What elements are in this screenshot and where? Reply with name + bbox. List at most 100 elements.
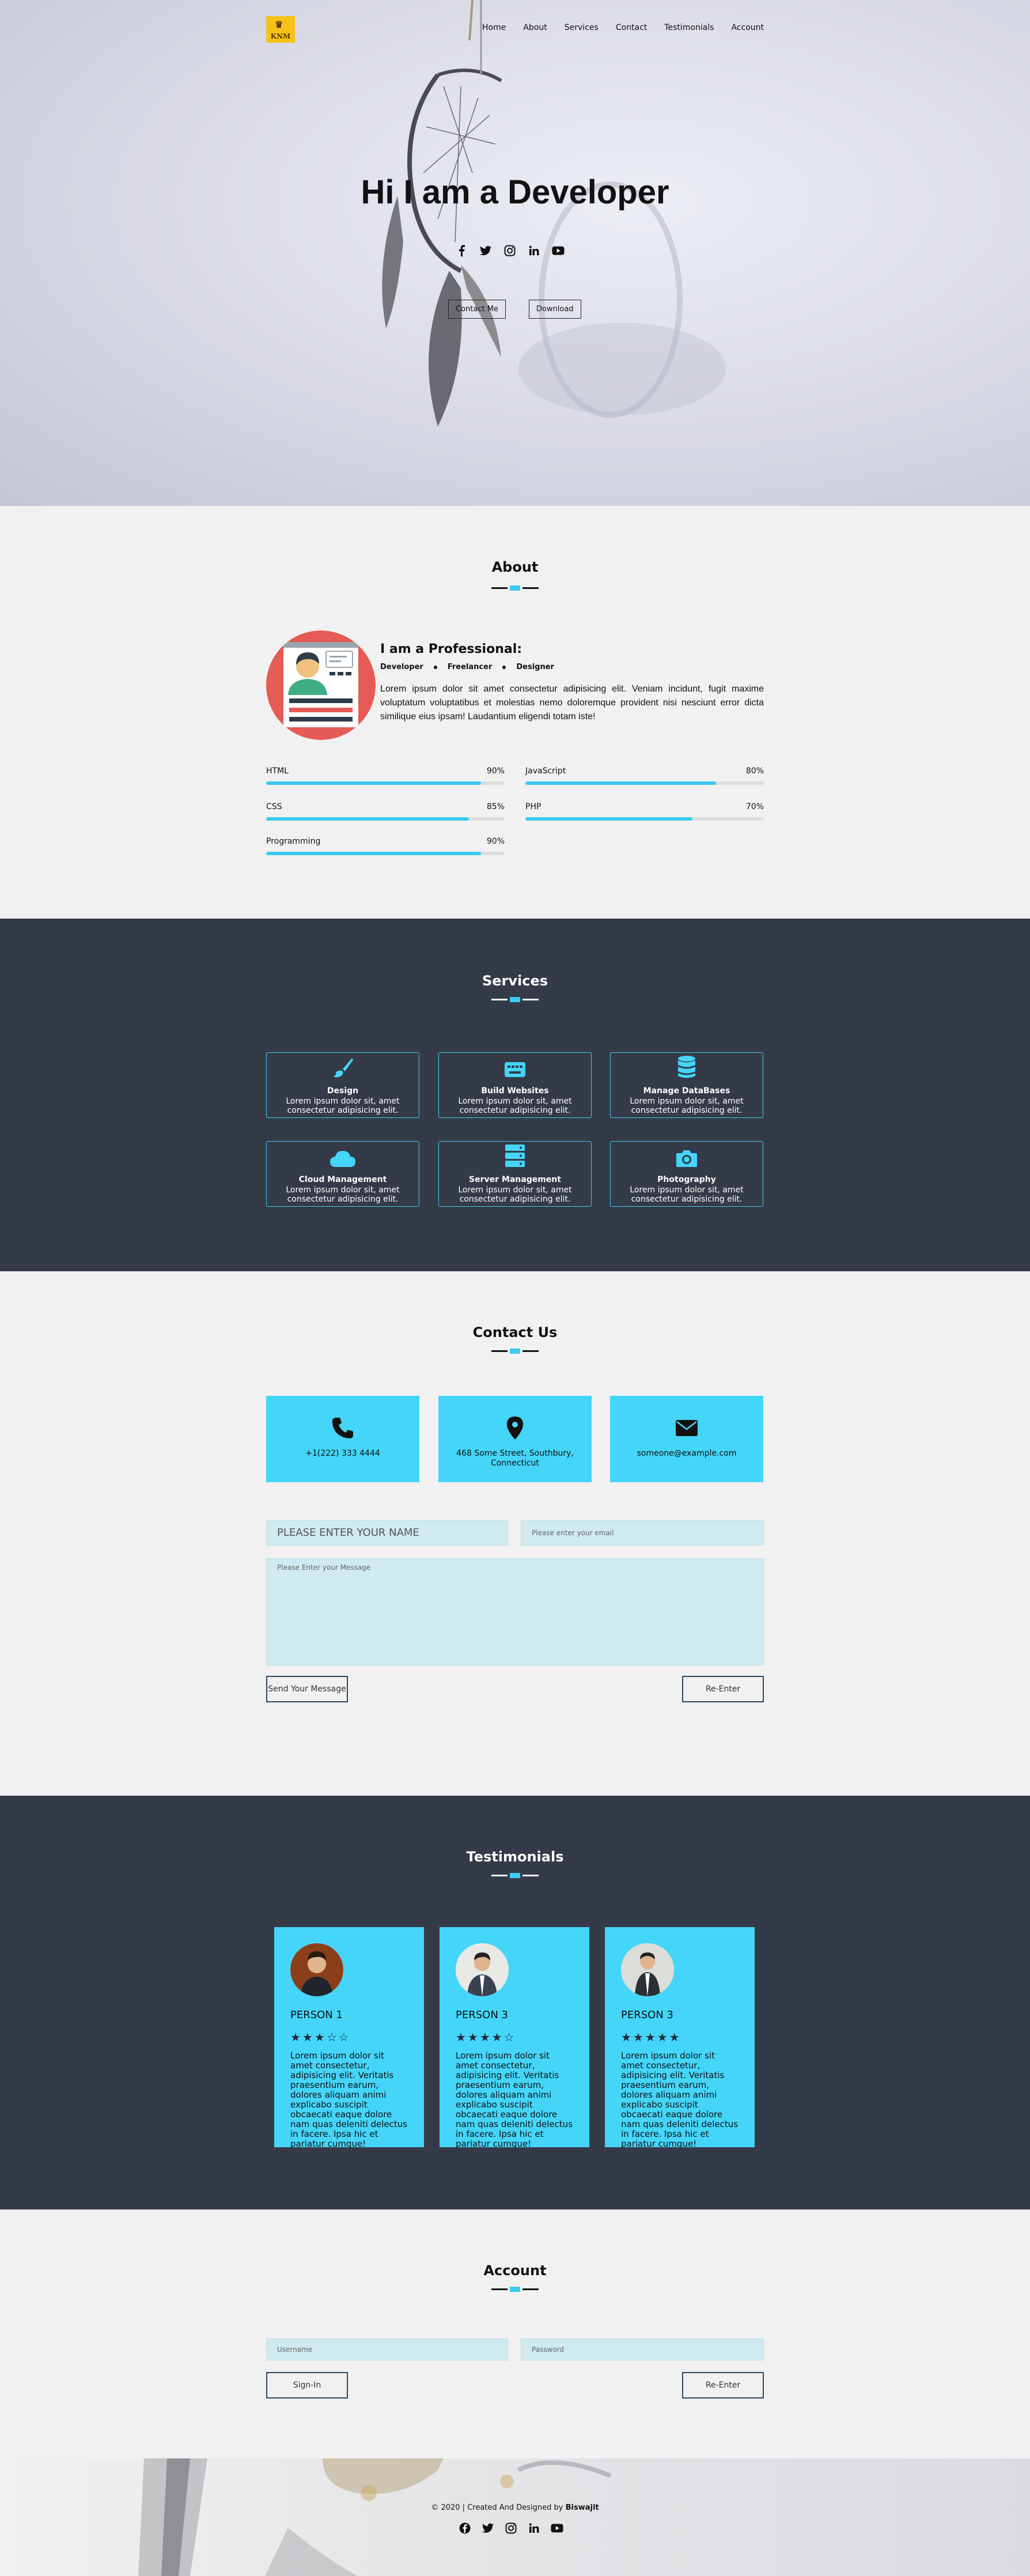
skill-label: JavaScript	[525, 766, 566, 776]
contact-me-button[interactable]: Contact Me	[448, 300, 506, 319]
tag-separator	[502, 665, 506, 669]
nav-about[interactable]: About	[523, 23, 547, 32]
linkedin-icon[interactable]	[528, 2522, 540, 2535]
tag-designer: Designer	[516, 663, 554, 671]
title-divider	[0, 2287, 1030, 2292]
hero-title: Hi I am a Developer	[361, 173, 669, 211]
skill-percent: 80%	[745, 766, 764, 776]
copyright-text: © 2020 | Created And Designed by Biswaji…	[0, 2503, 1030, 2512]
person-avatar	[621, 1943, 674, 1996]
testimonial-text: Lorem ipsum dolor sit amet consectetur, …	[456, 2050, 573, 2149]
instagram-icon[interactable]	[505, 2522, 517, 2535]
hero-social-links	[455, 244, 565, 257]
person-avatar	[290, 1943, 343, 1996]
title-divider	[0, 586, 1030, 591]
username-input[interactable]: Username	[266, 2339, 508, 2360]
person-name: PERSON 3	[621, 2009, 673, 2021]
skill-bar	[525, 781, 717, 785]
skill-label: Programming	[266, 837, 321, 846]
service-desc: Lorem ipsum dolor sit, amet consectetur …	[286, 1185, 400, 1204]
logo-text: KNM	[270, 32, 291, 40]
contact-address: 468 Some Street, Southbury, Connecticut	[456, 1449, 574, 1468]
testimonials-title: Testimonials	[466, 1849, 564, 1865]
name-input[interactable]: PLEASE ENTER YOUR NAME	[266, 1520, 508, 1546]
about-tags: Developer Freelancer Designer	[380, 663, 554, 671]
youtube-icon[interactable]	[552, 244, 565, 257]
skill-percent: 70%	[745, 802, 764, 811]
testimonial-card: PERSON 1 ★★★☆☆ Lorem ipsum dolor sit ame…	[274, 1927, 424, 2149]
service-desc: Lorem ipsum dolor sit, amet consectetur …	[458, 1185, 572, 1204]
service-name: Manage DataBases	[643, 1086, 730, 1096]
twitter-icon[interactable]	[482, 2522, 494, 2535]
skill-percent: 85%	[486, 802, 505, 811]
service-card-manage-databases[interactable]: Manage DataBases Lorem ipsum dolor sit, …	[610, 1052, 763, 1118]
service-name: Photography	[657, 1175, 716, 1184]
skill-percent: 90%	[486, 766, 505, 776]
nav-account[interactable]: Account	[731, 23, 764, 32]
download-button[interactable]: Download	[528, 300, 581, 319]
email-input[interactable]: Please enter your email	[521, 1520, 764, 1546]
account-reenter-button[interactable]: Re-Enter	[682, 2372, 764, 2399]
nav-home[interactable]: Home	[482, 23, 506, 32]
twitter-icon[interactable]	[479, 244, 492, 257]
service-card-cloud-management[interactable]: Cloud Management Lorem ipsum dolor sit, …	[266, 1141, 419, 1207]
services-section: Services Design Lorem ipsum dolor sit, a…	[0, 919, 1030, 1271]
service-desc: Lorem ipsum dolor sit, amet consectetur …	[630, 1097, 744, 1115]
tag-freelancer: Freelancer	[447, 663, 493, 671]
service-card-build-websites[interactable]: Build Websites Lorem ipsum dolor sit, am…	[438, 1052, 592, 1118]
nav-menu: Home About Services Contact Testimonials…	[482, 23, 764, 32]
envelope-icon	[675, 1419, 698, 1439]
service-desc: Lorem ipsum dolor sit, amet consectetur …	[630, 1185, 744, 1204]
person-avatar	[456, 1943, 509, 1996]
service-desc: Lorem ipsum dolor sit, amet consectetur …	[458, 1097, 572, 1115]
contact-email: someone@example.com	[637, 1449, 737, 1458]
about-text: Lorem ipsum dolor sit amet consectetur a…	[380, 684, 764, 722]
service-card-design[interactable]: Design Lorem ipsum dolor sit, amet conse…	[266, 1052, 419, 1118]
paintbrush-icon	[331, 1056, 354, 1082]
map-pin-icon	[506, 1416, 524, 1442]
service-card-server-management[interactable]: Server Management Lorem ipsum dolor sit,…	[438, 1141, 592, 1207]
service-name: Server Management	[469, 1175, 561, 1184]
password-input[interactable]: Password	[521, 2339, 764, 2360]
facebook-icon[interactable]	[455, 244, 468, 257]
service-card-photography[interactable]: Photography Lorem ipsum dolor sit, amet …	[610, 1141, 763, 1207]
account-title: Account	[483, 2263, 547, 2279]
contact-reenter-button[interactable]: Re-Enter	[682, 1676, 764, 1702]
skill-css: CSS 85%	[266, 802, 505, 825]
logo[interactable]: ♛ KNM	[266, 16, 295, 43]
rating-stars: ★★★★☆	[456, 2030, 516, 2044]
crown-icon: ♛	[275, 19, 283, 30]
footer-social-links	[459, 2522, 563, 2535]
skill-javascript: JavaScript 80%	[525, 766, 764, 790]
server-icon	[504, 1144, 526, 1170]
testimonial-card: PERSON 3 ★★★★☆ Lorem ipsum dolor sit ame…	[440, 1927, 589, 2149]
sign-in-button[interactable]: Sign-In	[266, 2372, 348, 2399]
about-heading: I am a Professional:	[380, 642, 522, 656]
skill-html: HTML 90%	[266, 766, 505, 790]
contact-email-box: someone@example.com	[610, 1396, 763, 1482]
footer: © 2020 | Created And Designed by Biswaji…	[0, 2458, 1030, 2576]
send-message-button[interactable]: Send Your Message	[266, 1676, 348, 1702]
skill-bar	[266, 817, 469, 821]
contact-title: Contact Us	[472, 1324, 558, 1340]
tag-developer: Developer	[380, 663, 423, 671]
skill-percent: 90%	[486, 837, 505, 846]
linkedin-icon[interactable]	[528, 244, 540, 257]
services-title: Services	[482, 973, 548, 989]
cloud-icon	[329, 1150, 357, 1170]
nav-services[interactable]: Services	[565, 23, 599, 32]
nav-testimonials[interactable]: Testimonials	[664, 23, 714, 32]
youtube-icon[interactable]	[551, 2522, 563, 2535]
skill-label: PHP	[525, 802, 541, 811]
facebook-icon[interactable]	[459, 2522, 471, 2535]
testimonial-text: Lorem ipsum dolor sit amet consectetur, …	[290, 2050, 408, 2149]
instagram-icon[interactable]	[503, 244, 516, 257]
contact-phone-box: +1(222) 333 4444	[266, 1396, 419, 1482]
testimonial-text: Lorem ipsum dolor sit amet consectetur, …	[621, 2050, 739, 2149]
nav-contact[interactable]: Contact	[616, 23, 647, 32]
contact-address-box: 468 Some Street, Southbury, Connecticut	[438, 1396, 592, 1482]
phone-icon	[331, 1417, 354, 1442]
message-textarea[interactable]: Please Enter your Message	[266, 1558, 764, 1665]
contact-phone: +1(222) 333 4444	[305, 1449, 380, 1458]
service-name: Design	[327, 1086, 359, 1096]
